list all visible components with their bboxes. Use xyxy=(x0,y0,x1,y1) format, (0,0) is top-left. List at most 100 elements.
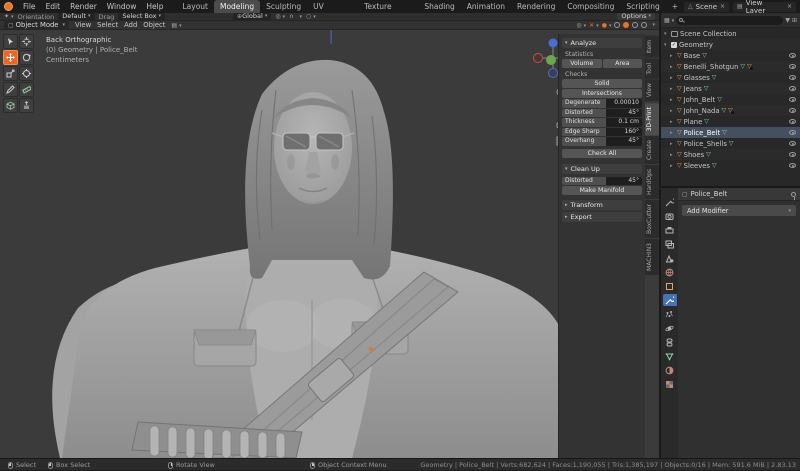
tab-hardops[interactable]: HardOps xyxy=(645,165,659,199)
menu-add[interactable]: Add xyxy=(124,21,137,29)
tab-3d-print[interactable]: 3D-Print xyxy=(645,103,659,135)
intersections-button[interactable]: Intersections xyxy=(562,89,642,98)
hide-eye-icon[interactable] xyxy=(789,75,796,80)
object-row[interactable]: ▸▽ Glasses▽ xyxy=(661,72,800,83)
check-all-button[interactable]: Check All xyxy=(562,149,642,158)
tab-view[interactable]: View xyxy=(645,79,659,101)
edge-sharp-check[interactable]: Edge Sharp160° xyxy=(562,128,642,137)
mode-dropdown[interactable]: ▢ Object Mode▾ xyxy=(4,21,69,29)
object-row[interactable]: ▸▽ Police_Shells▽ xyxy=(661,138,800,149)
active-tool-icon[interactable]: ✦▾ xyxy=(4,13,14,20)
drag-dropdown[interactable]: Select Box▾ xyxy=(118,13,165,20)
menu-file[interactable]: File xyxy=(18,0,41,13)
tab-machin3[interactable]: MACHIN3 xyxy=(645,239,659,275)
3d-viewport[interactable]: Back Orthographic (0) Geometry | Police_… xyxy=(0,30,659,458)
menu-object[interactable]: Object xyxy=(143,21,165,29)
view-layer-selector[interactable]: ▤ View Layer × xyxy=(733,2,796,12)
tab-scene-properties[interactable] xyxy=(663,252,677,264)
pivot-point-dropdown[interactable]: ◎▾ xyxy=(275,13,285,20)
cleanup-distorted[interactable]: Distorted45° xyxy=(562,177,642,186)
outliner-search-input[interactable] xyxy=(676,16,783,25)
cursor-tool[interactable] xyxy=(19,34,34,49)
tab-render-properties[interactable] xyxy=(663,210,677,222)
hide-eye-icon[interactable] xyxy=(789,86,796,91)
tab-physics-properties[interactable] xyxy=(663,322,677,334)
collection-row-geometry[interactable]: ▾✓ Geometry xyxy=(661,39,800,50)
transform-tool[interactable] xyxy=(19,66,34,81)
collection-checkbox-icon[interactable]: ✓ xyxy=(671,42,677,48)
tab-particle-properties[interactable] xyxy=(663,308,677,320)
tab-view-layer-properties[interactable] xyxy=(663,238,677,250)
solid-button[interactable]: Solid xyxy=(562,79,642,88)
tab-sculpting[interactable]: Sculpting xyxy=(260,0,307,13)
panel-transform-header[interactable]: ▸Transform xyxy=(562,200,642,210)
proportional-editing-icon[interactable]: ○▾ xyxy=(306,13,316,20)
panel-export-header[interactable]: ▸Export xyxy=(562,212,642,222)
object-row[interactable]: ▸▽ Sleeves▽ xyxy=(661,160,800,171)
scale-tool[interactable] xyxy=(3,66,18,81)
hide-eye-icon[interactable] xyxy=(789,141,796,146)
distorted-check[interactable]: Distorted45° xyxy=(562,109,642,118)
unlink-icon[interactable]: × xyxy=(720,3,725,10)
tab-texture-properties[interactable] xyxy=(663,378,677,390)
transform-pivot-dropdown[interactable]: ▤▾ xyxy=(171,22,181,29)
pin-icon[interactable] xyxy=(791,192,796,197)
tab-object-data-properties[interactable] xyxy=(663,350,677,362)
rotate-tool[interactable] xyxy=(19,50,34,65)
add-modifier-dropdown[interactable]: Add Modifier▾ xyxy=(682,205,796,216)
area-button[interactable]: Area xyxy=(603,59,643,68)
tab-tool-properties[interactable] xyxy=(663,196,677,208)
tab-shading[interactable]: Shading xyxy=(418,0,460,13)
tab-create[interactable]: Create xyxy=(645,136,659,164)
shading-wireframe-icon[interactable] xyxy=(614,22,620,28)
shading-rendered-icon[interactable] xyxy=(641,22,647,28)
tab-output-properties[interactable] xyxy=(663,224,677,236)
tab-texture-paint[interactable]: Texture Paint xyxy=(358,0,418,13)
move-tool[interactable] xyxy=(3,50,18,65)
panel-cleanup-header[interactable]: ▾Clean Up xyxy=(562,164,642,174)
tab-item[interactable]: Item xyxy=(645,36,659,58)
menu-select[interactable]: Select xyxy=(97,21,118,29)
thickness-check[interactable]: Thickness0.1 cm xyxy=(562,118,642,127)
add-cube-tool[interactable] xyxy=(3,98,18,113)
tab-object-properties[interactable] xyxy=(663,280,677,292)
tab-material-properties[interactable] xyxy=(663,364,677,376)
hide-eye-icon[interactable] xyxy=(789,119,796,124)
tab-rendering[interactable]: Rendering xyxy=(511,0,561,13)
panel-analyze-header[interactable]: ▾Analyze xyxy=(562,38,642,48)
make-manifold-button[interactable]: Make Manifold xyxy=(562,186,642,195)
hide-eye-icon[interactable] xyxy=(789,108,796,113)
tab-constraint-properties[interactable] xyxy=(663,336,677,348)
object-row[interactable]: ▸▽ John_Nada▽ ▽ xyxy=(661,105,800,116)
tab-tool[interactable]: Tool xyxy=(645,59,659,79)
tab-modifier-properties[interactable] xyxy=(663,294,677,306)
unlink-icon[interactable]: × xyxy=(787,3,792,10)
select-box-tool[interactable] xyxy=(3,34,18,49)
volume-button[interactable]: Volume xyxy=(562,59,602,68)
hide-eye-icon[interactable] xyxy=(789,130,796,135)
object-row[interactable]: ▸▽ Base▽ xyxy=(661,50,800,61)
object-row[interactable]: ▸▽ Jeans▽ xyxy=(661,83,800,94)
xray-toggle-icon[interactable]: ●▾ xyxy=(602,22,612,29)
overlays-toggle-icon[interactable]: ✕▾ xyxy=(589,22,599,29)
hide-eye-icon[interactable] xyxy=(789,152,796,157)
hide-eye-icon[interactable] xyxy=(789,163,796,168)
snap-magnet-icon[interactable]: ∩ xyxy=(289,13,293,20)
filter-icon[interactable]: ▼ xyxy=(785,17,790,24)
object-row[interactable]: ▸▽ John_Belt▽ xyxy=(661,94,800,105)
object-row[interactable]: ▸▽ Plane▽ xyxy=(661,116,800,127)
tab-uv-editing[interactable]: UV Editing xyxy=(307,0,358,13)
add-workspace-button[interactable]: + xyxy=(666,0,684,13)
hide-eye-icon[interactable] xyxy=(789,64,796,69)
shading-solid-icon[interactable] xyxy=(623,22,629,28)
tab-world-properties[interactable] xyxy=(663,266,677,278)
object-row[interactable]: ▸▽ Benelli_Shotgun▽ ▽ xyxy=(661,61,800,72)
degenerate-check[interactable]: Degenerate0.00010 xyxy=(562,99,642,108)
new-collection-icon[interactable]: ⊞ xyxy=(792,17,797,24)
scene-collection-row[interactable]: ▾ Scene Collection xyxy=(661,28,800,39)
orientation-dropdown[interactable]: Default▾ xyxy=(58,13,94,20)
measure-tool[interactable] xyxy=(19,82,34,97)
scene-selector[interactable]: △ Scene × xyxy=(684,2,729,12)
outliner-display-mode-icon[interactable]: ▦▾ xyxy=(664,17,674,24)
tab-animation[interactable]: Animation xyxy=(461,0,511,13)
